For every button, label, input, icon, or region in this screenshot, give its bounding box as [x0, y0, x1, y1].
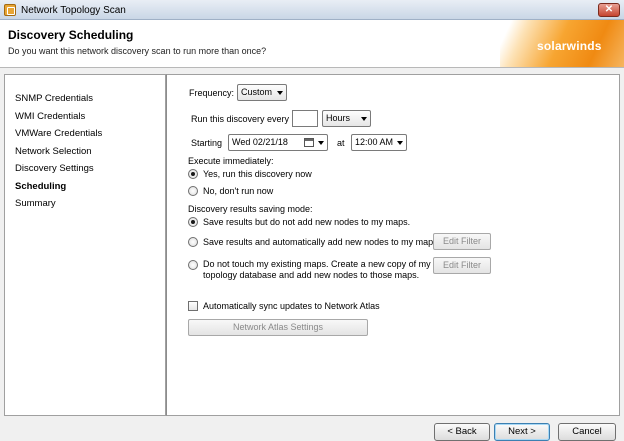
nav-item-network-selection[interactable]: Network Selection: [15, 146, 92, 157]
edit-filter-button-2[interactable]: Edit Filter: [433, 257, 491, 274]
nav-item-discovery-settings[interactable]: Discovery Settings: [15, 163, 94, 174]
execute-no-radio[interactable]: [188, 186, 198, 196]
wizard-header: Discovery Scheduling Do you want this ne…: [0, 20, 624, 68]
nav-item-scheduling[interactable]: Scheduling: [15, 181, 66, 192]
wizard-steps-nav: SNMP Credentials WMI Credentials VMWare …: [4, 74, 166, 416]
edit-filter-button-1[interactable]: Edit Filter: [433, 233, 491, 250]
chevron-down-icon: [361, 117, 367, 121]
execute-yes-radio[interactable]: [188, 169, 198, 179]
save-option-3-label-line1[interactable]: Do not touch my existing maps. Create a …: [203, 259, 431, 269]
close-button[interactable]: ✕: [598, 3, 620, 17]
network-atlas-settings-button[interactable]: Network Atlas Settings: [188, 319, 368, 336]
nav-item-summary[interactable]: Summary: [15, 198, 56, 209]
start-date-picker[interactable]: Wed 02/21/18: [228, 134, 328, 151]
app-icon: [4, 4, 16, 16]
page-title: Discovery Scheduling: [8, 28, 134, 42]
chevron-down-icon: [318, 141, 324, 145]
run-every-input[interactable]: [292, 110, 318, 127]
start-date-value: Wed 02/21/18: [232, 137, 288, 147]
nav-item-wmi-credentials[interactable]: WMI Credentials: [15, 111, 85, 122]
cancel-button[interactable]: Cancel: [558, 423, 616, 441]
save-option-2-label[interactable]: Save results and automatically add new n…: [203, 237, 440, 247]
nav-item-vmware-credentials[interactable]: VMWare Credentials: [15, 128, 102, 139]
calendar-icon[interactable]: [304, 138, 314, 147]
run-every-unit-dropdown[interactable]: Hours: [322, 110, 371, 127]
save-option-2-radio[interactable]: [188, 237, 198, 247]
start-time-picker[interactable]: 12:00 AM: [351, 134, 407, 151]
scheduling-panel: Frequency: Custom Run this discovery eve…: [166, 74, 620, 416]
window-title: Network Topology Scan: [21, 5, 126, 16]
starting-label: Starting: [191, 138, 223, 148]
title-bar: Network Topology Scan ✕: [0, 0, 624, 20]
chevron-down-icon: [277, 91, 283, 95]
save-option-1-label[interactable]: Save results but do not add new nodes to…: [203, 217, 410, 227]
frequency-value: Custom: [241, 87, 273, 97]
save-option-3-label-line2[interactable]: topology database and add new nodes to t…: [203, 270, 419, 280]
frequency-label: Frequency:: [189, 88, 235, 98]
saving-mode-label: Discovery results saving mode:: [188, 204, 313, 214]
back-button[interactable]: < Back: [434, 423, 490, 441]
next-button[interactable]: Next >: [494, 423, 550, 441]
sync-network-atlas-checkbox[interactable]: [188, 301, 198, 311]
start-time-value: 12:00 AM: [355, 137, 394, 147]
sync-network-atlas-label[interactable]: Automatically sync updates to Network At…: [203, 301, 380, 311]
nav-item-snmp-credentials[interactable]: SNMP Credentials: [15, 93, 93, 104]
execute-no-label[interactable]: No, don't run now: [203, 186, 273, 196]
at-label: at: [337, 138, 345, 148]
frequency-dropdown[interactable]: Custom: [237, 84, 287, 101]
save-option-3-radio[interactable]: [188, 260, 198, 270]
solarwinds-logo: solarwinds: [537, 39, 602, 53]
run-every-unit-value: Hours: [326, 113, 351, 123]
chevron-down-icon: [397, 141, 403, 145]
execute-yes-label[interactable]: Yes, run this discovery now: [203, 169, 312, 179]
page-subtitle: Do you want this network discovery scan …: [8, 46, 267, 56]
run-every-label: Run this discovery every: [191, 114, 290, 124]
save-option-1-radio[interactable]: [188, 217, 198, 227]
execute-immediately-label: Execute immediately:: [188, 156, 274, 166]
